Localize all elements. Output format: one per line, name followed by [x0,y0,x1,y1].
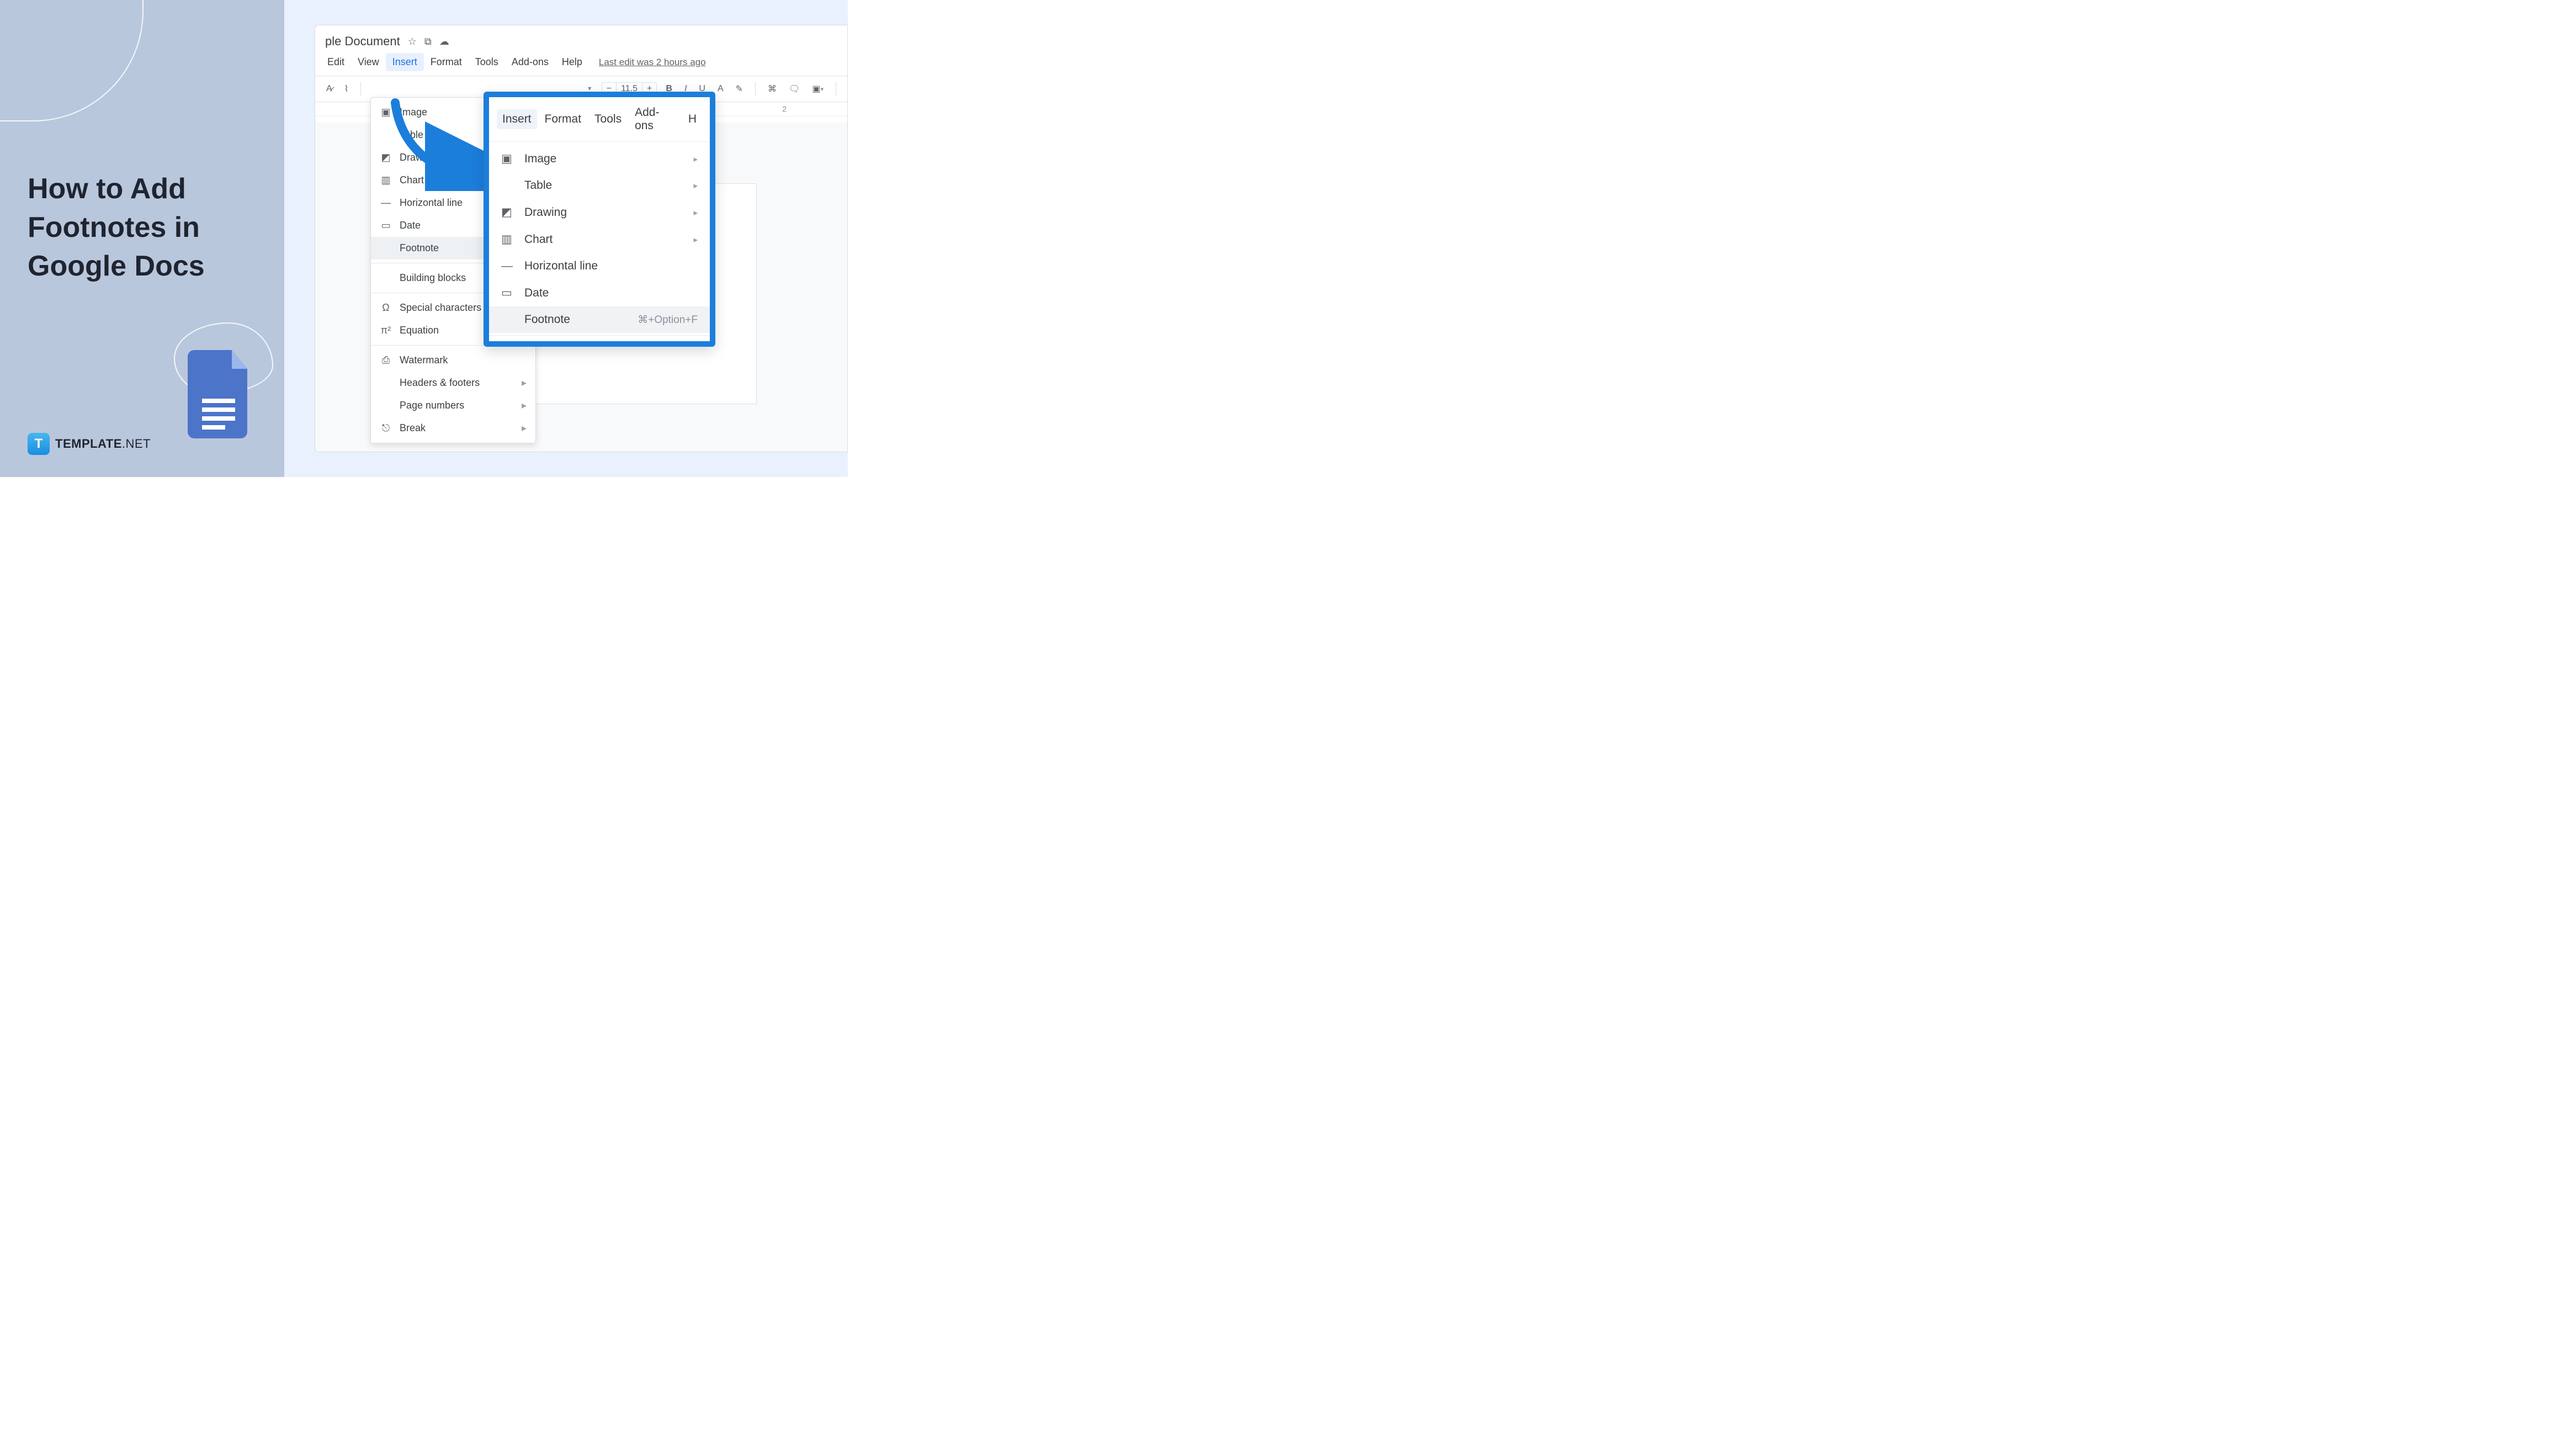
image-icon: ▣ [501,152,514,166]
highlight-button[interactable]: ✎ [732,81,746,97]
menu-item-label: Image [524,152,683,166]
menu-item-label: Break [400,422,514,434]
menu-insert[interactable]: Insert [386,53,424,71]
menu-item-label: Headers & footers [400,377,514,389]
line-icon: — [501,259,514,273]
toolbar-separator [360,82,361,96]
menu-item-label: Horizontal line [524,259,698,273]
callout-zoom: Insert Format Tools Add-ons H ▣ Image ▸ Ta… [484,92,715,347]
menu-item-label: Date [524,287,698,300]
brand-logo: T TEMPLATE.NET [28,433,151,455]
google-docs-icon [188,350,254,438]
watermark-icon: ⎙ [380,354,392,366]
insert-link-icon[interactable]: ⌘ [764,81,780,97]
paint-format-icon[interactable]: ⌇ [341,81,352,97]
date-icon: ▭ [501,286,514,300]
last-edit-link[interactable]: Last edit was 2 hours ago [599,57,706,68]
callout-menu-format[interactable]: Format [539,109,587,129]
menu-item-label: Drawing [524,206,683,219]
callout-menu-insert[interactable]: Insert [497,109,537,129]
submenu-arrow-icon: ▸ [693,181,698,190]
menu-addons[interactable]: Add-ons [505,53,555,71]
menu-view[interactable]: View [351,53,386,71]
menu-tools[interactable]: Tools [469,53,505,71]
ruler-mark: 2 [782,104,787,113]
menubar: Edit View Insert Format Tools Add-ons He… [315,51,847,76]
callout-item-image[interactable]: ▣ Image ▸ [489,145,710,172]
pi-icon: π² [380,325,392,336]
menu-divider [489,335,710,336]
insert-menu-page-numbers[interactable]: Page numbers ▸ [371,394,535,417]
submenu-arrow-icon: ▸ [522,422,527,434]
add-comment-icon[interactable]: 🗨 [785,81,803,97]
menu-item-label: Chart [524,233,683,246]
submenu-arrow-icon: ▸ [693,154,698,164]
logo-word: TEMPLATE [55,437,122,451]
menu-item-label: Page numbers [400,400,514,411]
insert-menu-watermark[interactable]: ⎙ Watermark [371,349,535,372]
clear-format-icon[interactable]: A̷ [323,82,336,96]
date-icon: ▭ [380,220,392,231]
callout-item-drawing[interactable]: ◩ Drawing ▸ [489,199,710,226]
menu-item-label: Footnote [524,313,628,326]
callout-item-horizontal-line[interactable]: — Horizontal line [489,253,710,279]
callout-item-table[interactable]: Table ▸ [489,172,710,199]
keyboard-shortcut: ⌘+Option+F [638,314,698,326]
submenu-arrow-icon: ▸ [693,208,698,218]
page-title: How to Add Footnotes in Google Docs [28,170,257,286]
google-docs-window: ple Document ☆ ⧉ ☁ Edit View Insert Form… [315,25,848,452]
menu-edit[interactable]: Edit [321,53,351,71]
menu-item-label: Table [524,179,683,192]
menu-format[interactable]: Format [424,53,469,71]
menu-help[interactable]: Help [555,53,589,71]
callout-insert-list: ▣ Image ▸ Table ▸ ◩ Drawing ▸ ▥ Chart ▸ — Horizo… [489,142,710,341]
submenu-arrow-icon: ▸ [693,235,698,245]
title-bar: ple Document ☆ ⧉ ☁ [315,25,847,51]
insert-menu-headers-footers[interactable]: Headers & footers ▸ [371,372,535,394]
line-icon: — [380,197,392,209]
left-info-panel: How to Add Footnotes in Google Docs T TE… [0,0,284,477]
decoration-line [0,0,144,121]
callout-item-footnote[interactable]: Footnote ⌘+Option+F [489,306,710,333]
logo-ext: .NET [122,437,151,451]
toolbar-separator [755,82,756,96]
text-color-button[interactable]: A [714,82,727,96]
callout-menu-addons[interactable]: Add-ons [629,103,681,136]
right-screenshot-panel: ple Document ☆ ⧉ ☁ Edit View Insert Form… [284,0,848,477]
callout-menu-tools[interactable]: Tools [589,109,627,129]
cloud-status-icon: ☁ [439,36,449,47]
move-folder-icon[interactable]: ⧉ [424,36,432,47]
logo-text: TEMPLATE.NET [55,437,151,451]
pointer-arrow [373,97,484,191]
callout-item-date[interactable]: ▭ Date [489,279,710,306]
callout-menu-help-fragment[interactable]: H [683,109,702,129]
menu-item-label: Watermark [400,354,527,366]
submenu-arrow-icon: ▸ [522,377,527,389]
callout-menubar: Insert Format Tools Add-ons H [489,97,710,142]
star-icon[interactable]: ☆ [408,36,417,47]
submenu-arrow-icon: ▸ [522,400,527,411]
logo-badge: T [28,433,50,455]
break-icon: ⎋ [380,422,392,434]
omega-icon: Ω [380,302,392,314]
callout-item-chart[interactable]: ▥ Chart ▸ [489,226,710,253]
insert-image-icon[interactable]: ▣▾ [809,81,827,97]
drawing-icon: ◩ [501,205,514,219]
insert-menu-break[interactable]: ⎋ Break ▸ [371,417,535,439]
chart-icon: ▥ [501,232,514,246]
document-title[interactable]: ple Document [325,34,400,49]
